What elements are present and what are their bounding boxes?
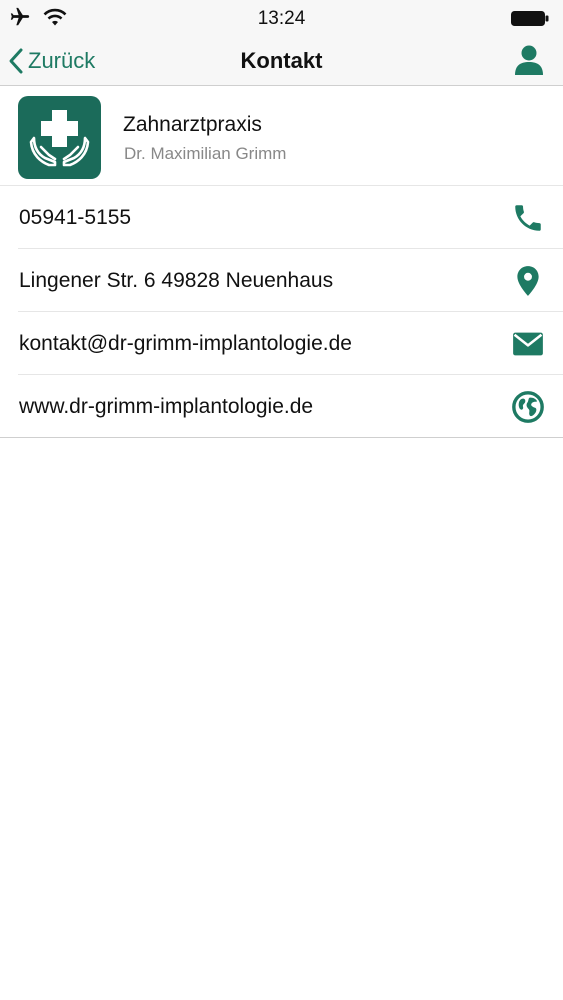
email-address: kontakt@dr-grimm-implantologie.de	[19, 332, 352, 355]
doctor-name: Dr. Maximilian Grimm	[124, 144, 287, 163]
website-url: www.dr-grimm-implantologie.de	[19, 395, 314, 418]
row-separator	[18, 248, 563, 249]
phone-number: 05941-5155	[19, 206, 132, 229]
status-time: 13:24	[257, 8, 306, 29]
address-row[interactable]: Lingener Str. 6 49828 Neuenhaus	[0, 250, 563, 312]
navigation-bar: Zurück Kontakt	[0, 36, 563, 86]
globe-icon[interactable]	[511, 390, 545, 424]
person-icon[interactable]	[513, 44, 545, 76]
email-row[interactable]: kontakt@dr-grimm-implantologie.de	[0, 313, 563, 375]
chevron-left-icon	[9, 48, 23, 74]
phone-row[interactable]: 05941-5155	[0, 187, 563, 249]
battery-icon	[511, 11, 549, 26]
practice-name: Zahnarztpraxis	[123, 113, 262, 136]
phone-icon[interactable]	[511, 201, 545, 235]
location-pin-icon[interactable]	[511, 264, 545, 298]
row-separator	[18, 374, 563, 375]
list-bottom-separator	[0, 437, 563, 438]
address-text: Lingener Str. 6 49828 Neuenhaus	[19, 269, 334, 292]
back-button-label: Zurück	[28, 48, 96, 73]
website-row[interactable]: www.dr-grimm-implantologie.de	[0, 376, 563, 438]
status-bar: 13:24	[0, 0, 563, 36]
medical-hands-icon	[18, 96, 101, 179]
row-separator	[18, 311, 563, 312]
back-button[interactable]: Zurück	[8, 44, 95, 78]
mail-icon[interactable]	[511, 327, 545, 361]
contact-header: Zahnarztpraxis Dr. Maximilian Grimm	[0, 87, 563, 186]
